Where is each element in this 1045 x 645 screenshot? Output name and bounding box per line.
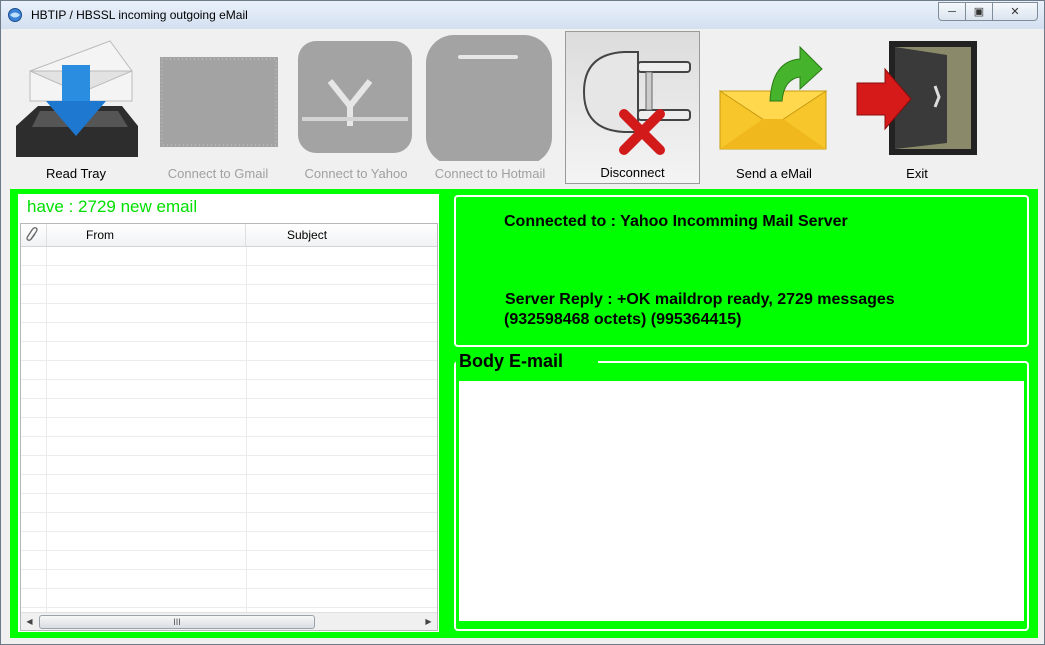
inbox-tray-icon bbox=[16, 40, 138, 157]
subject-column-header[interactable]: Subject bbox=[247, 224, 437, 246]
app-icon bbox=[8, 8, 22, 22]
table-row[interactable] bbox=[21, 532, 437, 551]
table-row[interactable] bbox=[21, 456, 437, 475]
table-row[interactable] bbox=[21, 342, 437, 361]
disconnect-plug-icon bbox=[582, 51, 691, 155]
connect-hotmail-label: Connect to Hotmail bbox=[434, 166, 546, 181]
title-bar: HBTIP / HBSSL incoming outgoing eMail ─ … bbox=[1, 1, 1044, 29]
disconnect-label: Disconnect bbox=[600, 165, 665, 180]
from-column-header[interactable]: From bbox=[47, 224, 246, 246]
table-row[interactable] bbox=[21, 494, 437, 513]
table-row[interactable] bbox=[21, 266, 437, 285]
connect-gmail-label: Connect to Gmail bbox=[167, 166, 269, 181]
table-row[interactable] bbox=[21, 304, 437, 323]
minimize-button[interactable]: ─ bbox=[938, 2, 966, 21]
send-email-button[interactable]: Send a eMail bbox=[708, 31, 840, 184]
maximize-icon: ▣ bbox=[973, 6, 985, 18]
horizontal-scrollbar[interactable]: ◀ III ▶ bbox=[21, 612, 437, 630]
disconnect-button[interactable]: Disconnect bbox=[565, 31, 700, 184]
close-icon: ✕ bbox=[1010, 6, 1020, 18]
close-button[interactable]: ✕ bbox=[992, 2, 1038, 21]
grid-header: From Subject bbox=[21, 224, 437, 247]
table-row[interactable] bbox=[21, 361, 437, 380]
new-mail-status: have : 2729 new email bbox=[20, 196, 438, 218]
connect-yahoo-button[interactable]: Connect to Yahoo bbox=[290, 31, 422, 184]
server-reply-octets: (932598468 octets) (995364415) bbox=[504, 311, 742, 328]
table-row[interactable] bbox=[21, 285, 437, 304]
table-row[interactable] bbox=[21, 551, 437, 570]
connected-to-text: Connected to : Yahoo Incomming Mail Serv… bbox=[504, 213, 848, 230]
send-envelope-icon bbox=[718, 45, 828, 150]
server-reply-text: Server Reply : +OK maildrop ready, 2729 … bbox=[505, 291, 895, 308]
mail-rows bbox=[21, 247, 437, 627]
table-row[interactable] bbox=[21, 399, 437, 418]
read-tray-label: Read Tray bbox=[46, 166, 106, 181]
table-row[interactable] bbox=[21, 437, 437, 456]
yahoo-icon bbox=[298, 41, 412, 153]
table-row[interactable] bbox=[21, 475, 437, 494]
window-title: HBTIP / HBSSL incoming outgoing eMail bbox=[31, 8, 248, 22]
table-row[interactable] bbox=[21, 380, 437, 399]
gmail-icon bbox=[160, 57, 278, 147]
exit-button[interactable]: Exit bbox=[851, 31, 983, 184]
paperclip-icon bbox=[26, 227, 38, 241]
attachment-column-header[interactable] bbox=[21, 224, 47, 246]
scroll-left-icon[interactable]: ◀ bbox=[21, 613, 38, 630]
scroll-right-icon[interactable]: ▶ bbox=[420, 613, 437, 630]
maximize-button[interactable]: ▣ bbox=[965, 2, 993, 21]
table-row[interactable] bbox=[21, 570, 437, 589]
exit-label: Exit bbox=[906, 166, 928, 181]
connect-hotmail-button[interactable]: Connect to Hotmail bbox=[424, 31, 556, 184]
main-window: HBTIP / HBSSL incoming outgoing eMail ─ … bbox=[0, 0, 1045, 645]
connect-gmail-button[interactable]: Connect to Gmail bbox=[152, 31, 284, 184]
mail-list-grid[interactable]: From Subject ◀ III ▶ bbox=[20, 223, 438, 631]
table-row[interactable] bbox=[21, 513, 437, 532]
body-email-legend: Body E-mail bbox=[456, 351, 599, 372]
table-row[interactable] bbox=[21, 589, 437, 608]
table-row[interactable] bbox=[21, 323, 437, 342]
table-row[interactable] bbox=[21, 247, 437, 266]
table-row[interactable] bbox=[21, 418, 437, 437]
body-email-textarea[interactable] bbox=[459, 381, 1024, 621]
send-email-label: Send a eMail bbox=[736, 166, 812, 181]
minimize-icon: ─ bbox=[948, 5, 956, 18]
scroll-thumb[interactable]: III bbox=[39, 615, 315, 629]
connect-yahoo-label: Connect to Yahoo bbox=[304, 166, 408, 181]
exit-door-icon bbox=[856, 41, 977, 155]
read-tray-button[interactable]: Read Tray bbox=[10, 31, 142, 184]
hotmail-icon bbox=[426, 35, 552, 161]
toolbar: Read Tray Connect to Gmail Connect to Ya… bbox=[10, 31, 1036, 184]
